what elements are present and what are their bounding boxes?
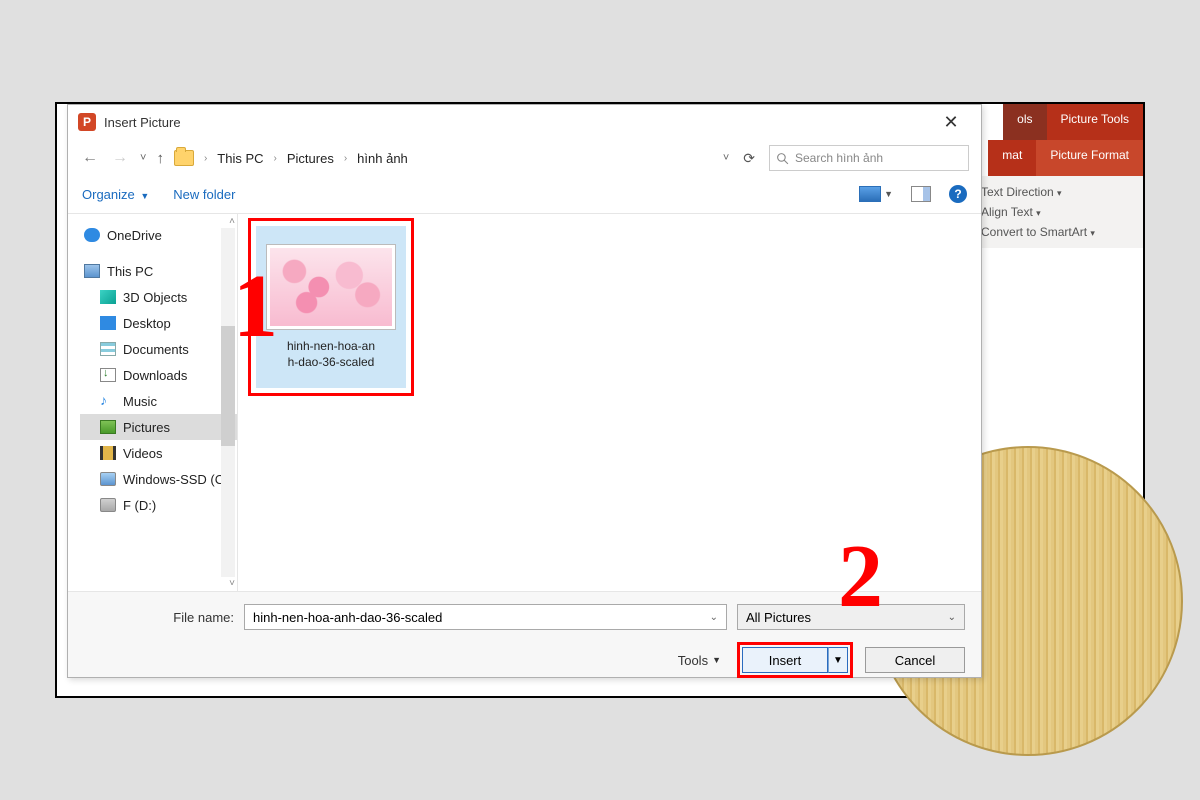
tree-videos[interactable]: Videos [80, 440, 237, 466]
ribbon-panel: Text Direction ▾ Align Text ▾ Convert to… [973, 176, 1143, 248]
tree-documents[interactable]: Documents [80, 336, 237, 362]
chevron-down-icon[interactable]: ⌄ [948, 612, 956, 623]
tree-onedrive[interactable]: OneDrive [80, 222, 237, 248]
powerpoint-app-icon: P [78, 113, 96, 131]
chevron-right-icon: › [274, 153, 277, 164]
ribbon-tab-tools[interactable]: ols [1003, 104, 1046, 140]
drive-icon [100, 498, 116, 512]
drive-icon [100, 472, 116, 486]
search-placeholder: Search hình ảnh [795, 151, 883, 165]
chevron-right-icon: › [344, 153, 347, 164]
new-folder-button[interactable]: New folder [173, 187, 235, 202]
nav-back-icon[interactable]: ← [80, 149, 100, 167]
breadcrumb-current[interactable]: hình ảnh [357, 151, 408, 166]
scrollbar-thumb[interactable] [221, 326, 235, 446]
desktop-icon [100, 316, 116, 330]
music-icon: ♪ [100, 394, 116, 408]
file-name-label: hinh-nen-hoa-anh-dao-36-scaled [287, 338, 375, 370]
tree-desktop[interactable]: Desktop [80, 310, 237, 336]
chevron-right-icon: › [204, 153, 207, 164]
tools-menu[interactable]: Tools▼ [678, 653, 721, 668]
dialog-footer: File name: hinh-nen-hoa-anh-dao-36-scale… [68, 591, 981, 677]
preview-pane-icon[interactable] [911, 186, 931, 202]
dialog-title: Insert Picture [104, 115, 181, 130]
search-input[interactable]: Search hình ảnh [769, 145, 969, 171]
dialog-toolbar: Organize ▼ New folder ▼ ? [68, 177, 981, 211]
file-thumbnail-selected[interactable]: hinh-nen-hoa-anh-dao-36-scaled [256, 226, 406, 388]
tree-3d-objects[interactable]: 3D Objects [80, 284, 237, 310]
document-icon [100, 342, 116, 356]
cloud-icon [84, 228, 100, 242]
folder-icon [174, 150, 194, 166]
breadcrumb-pictures[interactable]: Pictures [287, 151, 334, 166]
screenshot-canvas: ols Picture Tools mat Picture Format Tex… [55, 102, 1145, 698]
nav-forward-icon[interactable]: → [110, 149, 130, 167]
insert-picture-dialog: P Insert Picture ✕ ← → ˅ ↑ › This PC › P… [67, 104, 982, 678]
dialog-titlebar: P Insert Picture ✕ [68, 105, 981, 139]
nav-up-icon[interactable]: ↑ [156, 150, 164, 167]
nav-bar: ← → ˅ ↑ › This PC › Pictures › hình ảnh … [68, 139, 981, 177]
cancel-button[interactable]: Cancel [865, 647, 965, 673]
cube-icon [100, 290, 116, 304]
ribbon-tab-picture-format[interactable]: Picture Format [1036, 140, 1143, 176]
annotation-box-1: hinh-nen-hoa-anh-dao-36-scaled [248, 218, 414, 396]
ribbon-cmd-align-text[interactable]: Align Text ▾ [981, 202, 1135, 222]
ribbon-tab-format[interactable]: mat [988, 140, 1036, 176]
close-button[interactable]: ✕ [931, 112, 971, 133]
tree-windows-ssd[interactable]: Windows-SSD (C [80, 466, 237, 492]
tree-this-pc[interactable]: This PC [80, 258, 237, 284]
thumbnail-frame [266, 244, 396, 330]
ribbon-tab-picture-tools[interactable]: Picture Tools [1047, 104, 1143, 140]
nav-history-dropdown[interactable]: ˅ [140, 152, 146, 164]
chevron-down-icon[interactable]: ⌄ [710, 612, 718, 623]
pc-icon [84, 264, 100, 278]
ribbon-cmd-text-direction[interactable]: Text Direction ▾ [981, 182, 1135, 202]
refresh-icon[interactable]: ⟳ [743, 150, 755, 167]
tree-downloads[interactable]: Downloads [80, 362, 237, 388]
address-dropdown-icon[interactable]: ˅ [723, 152, 729, 164]
help-icon[interactable]: ? [949, 185, 967, 203]
insert-dropdown-button[interactable]: ▼ [828, 647, 848, 673]
file-name-label-text: File name: [84, 610, 234, 625]
file-list-area[interactable]: hinh-nen-hoa-anh-dao-36-scaled [238, 214, 981, 591]
tree-music[interactable]: ♪Music [80, 388, 237, 414]
breadcrumb-this-pc[interactable]: This PC [217, 151, 263, 166]
video-icon [100, 446, 116, 460]
scroll-up-icon[interactable]: ˄ [229, 216, 235, 227]
file-type-filter[interactable]: All Pictures⌄ [737, 604, 965, 630]
search-icon [776, 152, 789, 165]
thumbnail-image [270, 248, 392, 326]
insert-button[interactable]: Insert [742, 647, 828, 673]
view-mode-button[interactable]: ▼ [859, 186, 893, 202]
annotation-box-2: Insert ▼ [737, 642, 853, 678]
scroll-down-icon[interactable]: ˅ [229, 578, 235, 589]
organize-menu[interactable]: Organize ▼ [82, 187, 149, 202]
tree-pictures[interactable]: Pictures [80, 414, 237, 440]
nav-tree: ˄ ˅ OneDrive This PC 3D Objects Desktop … [68, 214, 238, 591]
tree-drive-f[interactable]: F (D:) [80, 492, 237, 518]
ribbon-cmd-convert-smartart[interactable]: Convert to SmartArt ▾ [981, 222, 1135, 242]
download-icon [100, 368, 116, 382]
file-name-input[interactable]: hinh-nen-hoa-anh-dao-36-scaled⌄ [244, 604, 727, 630]
dialog-body: ˄ ˅ OneDrive This PC 3D Objects Desktop … [68, 213, 981, 591]
view-icon [859, 186, 881, 202]
pictures-icon [100, 420, 116, 434]
